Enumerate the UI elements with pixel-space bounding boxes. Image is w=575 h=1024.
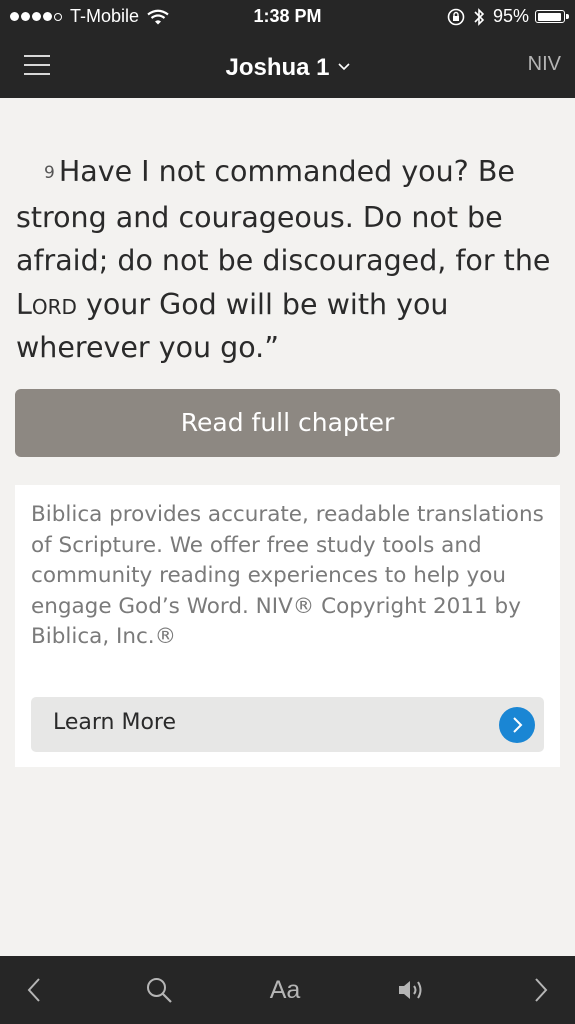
bottom-toolbar: Aa <box>0 956 575 1024</box>
verse-text-part1: Have I not commanded you? Be strong and … <box>16 155 551 277</box>
speaker-icon[interactable] <box>381 956 441 1024</box>
top-bar: T-Mobile 1:38 PM 95% Joshua 1 NIV <box>0 0 575 98</box>
verse-lord: Lord <box>16 287 77 321</box>
status-bar: T-Mobile 1:38 PM 95% <box>0 0 575 32</box>
lock-rotation-icon <box>447 8 465 25</box>
publisher-description: Biblica provides accurate, readable tran… <box>31 502 544 650</box>
read-full-chapter-button[interactable]: Read full chapter <box>15 389 560 457</box>
verse-number: 9 <box>44 163 55 183</box>
battery-icon <box>535 10 569 23</box>
back-icon[interactable] <box>4 956 64 1024</box>
verse-text: 9 Have I not commanded you? Be strong and… <box>16 150 561 370</box>
chapter-selector[interactable]: Joshua 1 <box>0 50 575 82</box>
verse-text-part2: your God will be with you wherever you g… <box>16 287 449 365</box>
battery-label: 95% <box>492 6 529 26</box>
font-size-button[interactable]: Aa <box>255 956 315 1024</box>
forward-icon[interactable] <box>511 956 571 1024</box>
search-icon[interactable] <box>129 956 189 1024</box>
version-selector[interactable]: NIV <box>528 53 561 76</box>
font-size-label: Aa <box>269 975 301 1004</box>
learn-more-label: Learn More <box>53 710 177 735</box>
publisher-card: Biblica provides accurate, readable tran… <box>15 485 560 767</box>
learn-more-button[interactable]: Learn More <box>31 697 544 752</box>
status-right: 95% <box>447 6 569 27</box>
chapter-title: Joshua 1 <box>225 54 330 81</box>
nav-bar: Joshua 1 NIV <box>0 34 575 96</box>
chevron-right-icon <box>499 707 535 743</box>
bluetooth-icon <box>474 7 485 26</box>
chevron-down-icon <box>337 50 350 78</box>
